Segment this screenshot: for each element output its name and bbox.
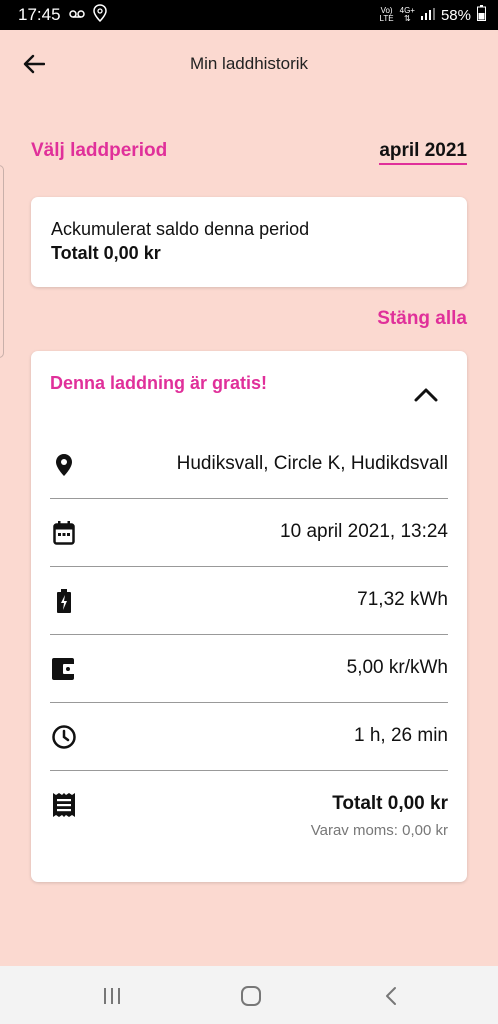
data-indicator: 4G+ ⇅ — [399, 6, 415, 23]
status-time: 17:45 — [18, 5, 61, 24]
date-row: 10 april 2021, 13:24 — [50, 499, 448, 567]
close-all-button[interactable]: Stäng alla — [377, 308, 467, 330]
side-drawer-handle[interactable] — [0, 165, 4, 358]
saldo-card: Ackumulerat saldo denna period Totalt 0,… — [31, 197, 467, 287]
voicemail-icon — [68, 6, 85, 24]
period-selector: Välj laddperiod april 2021 — [31, 140, 467, 170]
home-icon — [241, 986, 261, 1006]
network-indicator: Vo) LTE — [379, 6, 394, 23]
period-dropdown[interactable]: april 2021 — [379, 140, 467, 165]
wallet-icon — [52, 657, 76, 681]
recent-apps-button[interactable] — [99, 983, 125, 1009]
battery-charging-icon — [52, 589, 76, 613]
recent-apps-icon — [104, 988, 120, 1004]
page-title: Min laddhistorik — [189, 54, 309, 73]
total-row: Totalt 0,00 kr Varav moms: 0,00 kr — [50, 771, 448, 861]
location-pin-icon — [52, 453, 76, 477]
clock-icon — [52, 725, 76, 749]
location-row: Hudiksvall, Circle K, Hudikdsvall — [50, 431, 448, 499]
status-bar: 17:45 Vo) LTE 4G+ ⇅ 58% — [0, 0, 498, 30]
datetime-value: 10 april 2021, 13:24 — [280, 521, 448, 542]
saldo-total: Totalt 0,00 kr — [51, 243, 161, 263]
charging-session-card: Denna laddning är gratis! Hudiksvall, Ci… — [31, 351, 467, 882]
receipt-icon — [52, 793, 76, 817]
location-status-icon — [92, 3, 107, 27]
location-value: Hudiksvall, Circle K, Hudikdsvall — [176, 453, 448, 474]
period-label: Välj laddperiod — [31, 140, 168, 161]
system-back-button[interactable] — [378, 983, 404, 1009]
session-status: Denna laddning är gratis! — [50, 373, 268, 393]
session-total: Totalt 0,00 kr — [332, 793, 448, 814]
calendar-icon — [52, 521, 76, 545]
battery-icon — [477, 5, 486, 25]
signal-icon — [420, 7, 435, 24]
home-button[interactable] — [238, 983, 264, 1009]
system-nav-bar — [0, 966, 498, 1024]
vat-value: Varav moms: 0,00 kr — [310, 822, 448, 839]
duration-row: 1 h, 26 min — [50, 703, 448, 771]
saldo-title: Ackumulerat saldo denna period — [51, 219, 310, 239]
collapse-button[interactable] — [411, 383, 441, 407]
battery-percent: 58% — [440, 6, 471, 24]
energy-row: 71,32 kWh — [50, 567, 448, 635]
price-row: 5,00 kr/kWh — [50, 635, 448, 703]
chevron-up-icon — [414, 388, 438, 402]
energy-value: 71,32 kWh — [357, 589, 448, 610]
price-value: 5,00 kr/kWh — [346, 657, 448, 678]
chevron-left-icon — [386, 987, 396, 1005]
duration-value: 1 h, 26 min — [354, 725, 448, 746]
app-bar: Min laddhistorik — [0, 30, 498, 98]
